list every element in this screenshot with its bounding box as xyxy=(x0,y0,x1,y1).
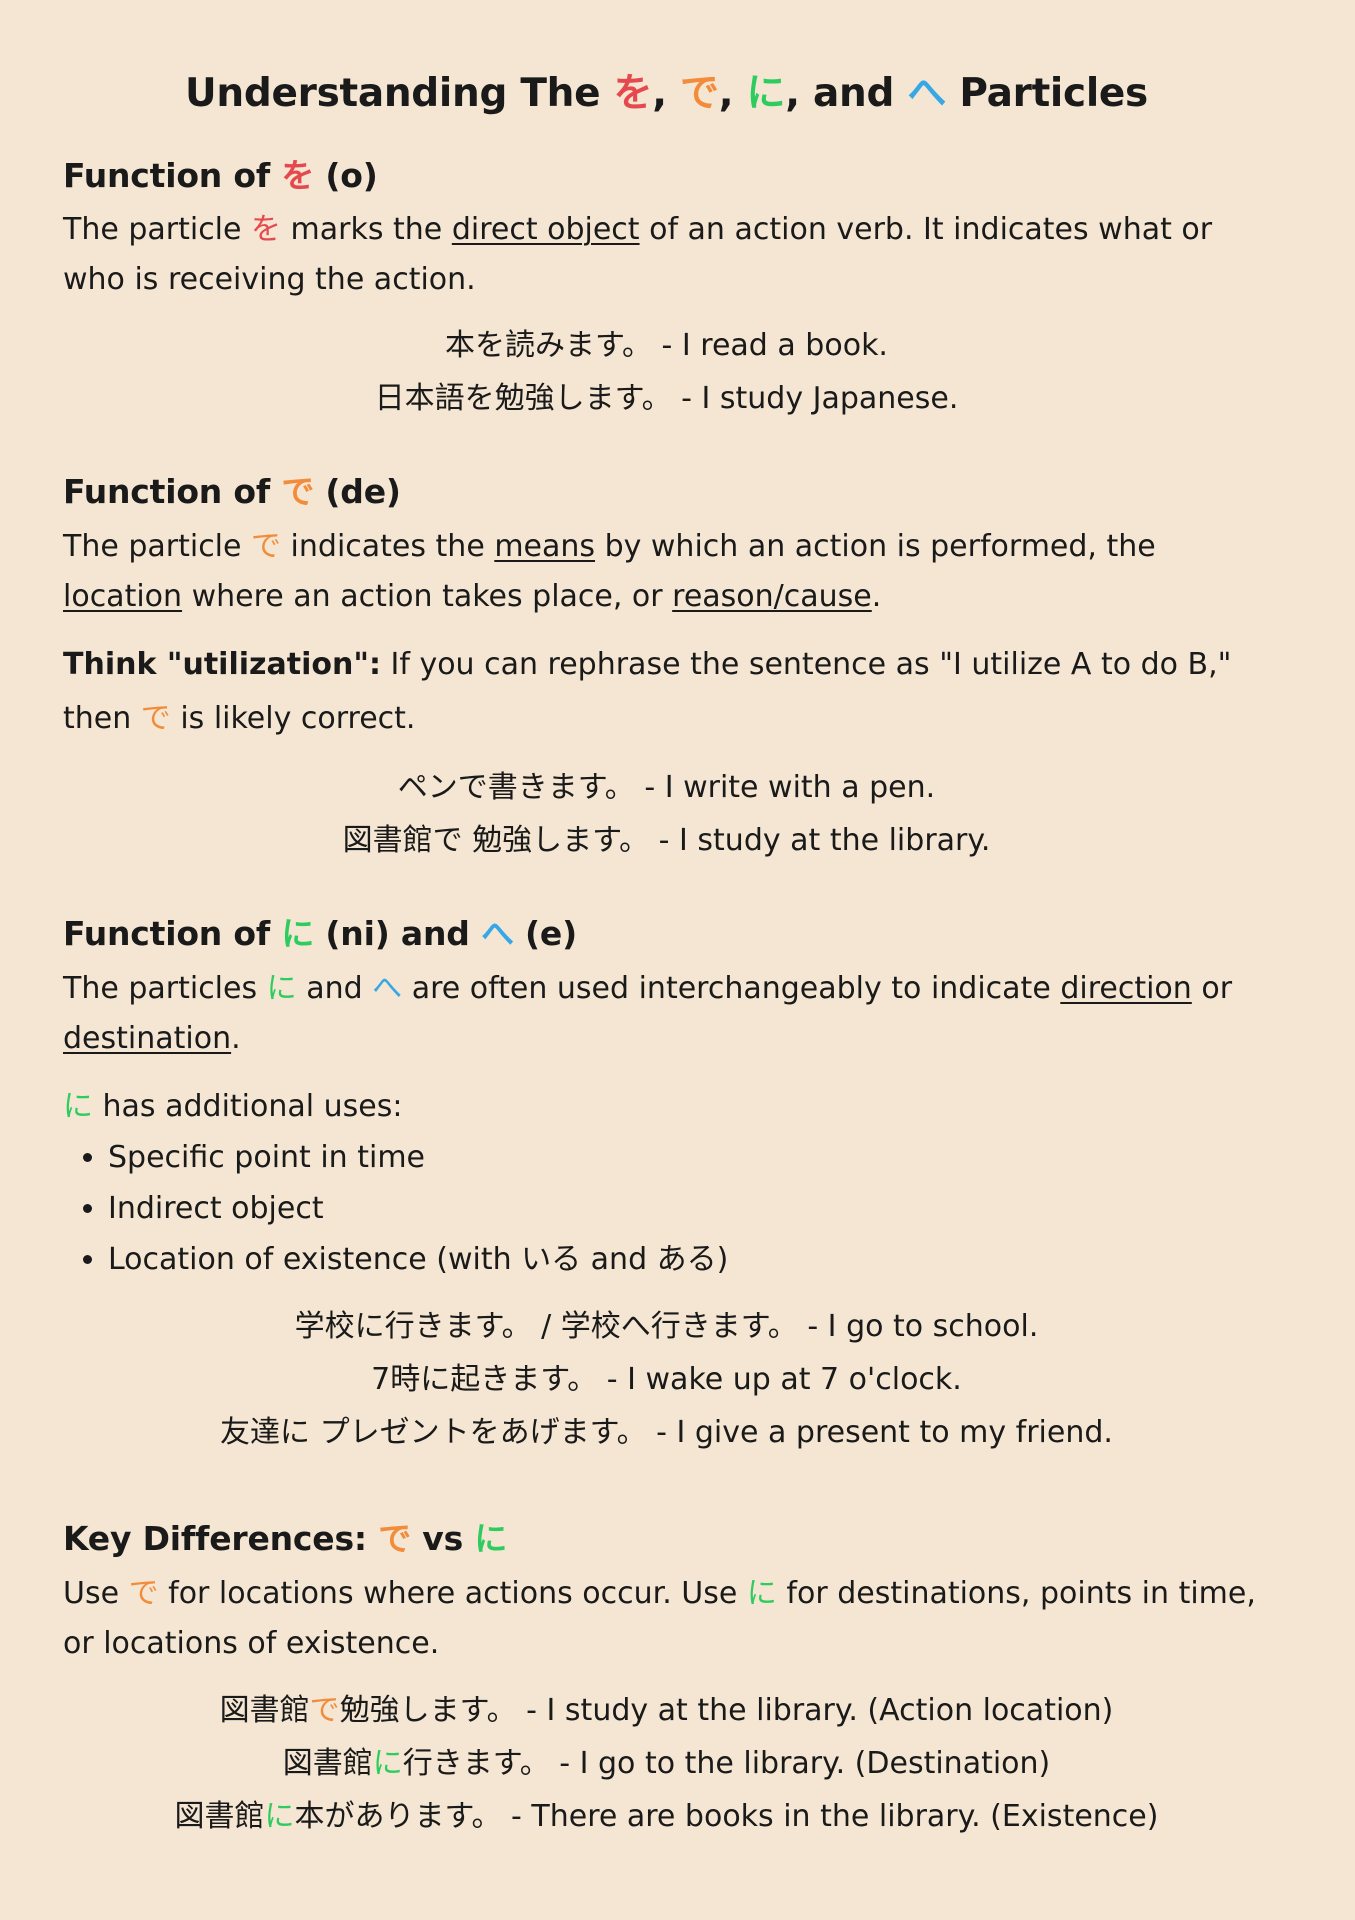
section-text-ni-he: The particles に and へ are often used int… xyxy=(63,964,1270,1064)
title-particle-ni: に xyxy=(746,71,786,116)
example-text: 勉強します。 - I study at the library. (Action… xyxy=(339,1693,1114,1728)
examples-key-differences: 図書館で勉強します。 - I study at the library. (Ac… xyxy=(63,1684,1270,1843)
example-sentence: 図書館で 勉強します。 - I study at the library. xyxy=(342,823,991,858)
list-item: Indirect object xyxy=(108,1183,1270,1234)
body-text: and xyxy=(296,971,373,1006)
underlined-term: destination xyxy=(63,1021,232,1056)
body-text: marks the xyxy=(281,212,452,247)
body-text: for locations where actions occur. Use xyxy=(158,1576,747,1611)
underlined-term: direct object xyxy=(451,212,640,247)
example-sentence: ペンで書きます。 - I write with a pen. xyxy=(397,770,936,805)
example-text: 図書館 xyxy=(282,1746,373,1781)
body-text: indicates the xyxy=(281,529,495,564)
heading-text: (o) xyxy=(314,156,378,195)
underlined-term: means xyxy=(494,529,596,564)
section-text-key-differences: Use で for locations where actions occur.… xyxy=(63,1569,1270,1669)
body-text: The particles xyxy=(63,971,267,1006)
example-text: 本があります。 - There are books in the library… xyxy=(294,1799,1159,1834)
example-sentence: 7時に起きます。 - I wake up at 7 o'clock. xyxy=(371,1362,962,1397)
examples-de: ペンで書きます。 - I write with a pen. 図書館で 勉強しま… xyxy=(63,761,1270,867)
example-sentence: 日本語を勉強します。 - I study Japanese. xyxy=(374,381,959,416)
example-text: 行きます。 - I go to the library. (Destinatio… xyxy=(402,1746,1051,1781)
body-text: are often used interchangeably to indica… xyxy=(402,971,1061,1006)
additional-uses-intro: に has additional uses: xyxy=(63,1082,1270,1132)
example-sentence: 図書館に行きます。 - I go to the library. (Destin… xyxy=(63,1737,1270,1790)
heading-text: Key Differences: xyxy=(63,1519,379,1558)
section-heading-key-differences: Key Differences: で vs に xyxy=(63,1517,1270,1561)
section-heading-wo: Function of を (o) xyxy=(63,154,1270,198)
title-sep: , and xyxy=(785,71,908,116)
body-text: Use xyxy=(63,1576,129,1611)
title-sep: , xyxy=(718,71,747,116)
heading-particle-wo: を xyxy=(281,156,315,195)
body-text: by which an action is performed, the xyxy=(595,529,1156,564)
particle-ni: に xyxy=(372,1746,403,1781)
heading-particle-he: へ xyxy=(480,914,514,953)
heading-particle-ni: に xyxy=(281,914,315,953)
lesson-page: Understanding The を, で, に, and へ Particl… xyxy=(0,0,1355,1920)
example-sentence: 学校に行きます。 / 学校へ行きます。 - I go to school. xyxy=(294,1309,1039,1344)
additional-uses-list: Specific point in time Indirect object L… xyxy=(63,1132,1270,1285)
body-text: . xyxy=(871,579,882,614)
page-title: Understanding The を, で, に, and へ Particl… xyxy=(63,0,1270,120)
title-prefix: Understanding The xyxy=(185,71,614,116)
tip-label: Think "utilization": xyxy=(63,647,381,682)
section-heading-de: Function of で (de) xyxy=(63,470,1270,514)
title-sep: , xyxy=(652,71,681,116)
examples-wo: 本を読みます。 - I read a book. 日本語を勉強します。 - I … xyxy=(63,319,1270,425)
underlined-term: location xyxy=(63,579,183,614)
particle-de: で xyxy=(251,529,282,564)
particle-de: で xyxy=(309,1693,340,1728)
body-text: or xyxy=(1191,971,1233,1006)
title-suffix: Particles xyxy=(946,71,1148,116)
heading-text: vs xyxy=(411,1519,475,1558)
think-utilization-tip: Think "utilization": If you can rephrase… xyxy=(63,638,1270,746)
particle-de: で xyxy=(128,1576,159,1611)
example-sentence: 友達に プレゼントをあげます。 - I give a present to my… xyxy=(220,1415,1113,1450)
heading-particle-de: で xyxy=(281,472,315,511)
heading-text: (ni) and xyxy=(314,914,481,953)
heading-text: Function of xyxy=(63,472,282,511)
particle-wo: を xyxy=(251,212,282,247)
body-text: is likely correct. xyxy=(170,701,416,736)
body-text: The particle xyxy=(63,529,252,564)
body-text: where an action takes place, or xyxy=(182,579,673,614)
particle-ni: に xyxy=(264,1799,295,1834)
example-sentence: 図書館で勉強します。 - I study at the library. (Ac… xyxy=(63,1684,1270,1737)
particle-he: へ xyxy=(372,971,403,1006)
heading-text: Function of xyxy=(63,156,282,195)
heading-text: Function of xyxy=(63,914,282,953)
example-text: 図書館 xyxy=(219,1693,310,1728)
title-particle-de: で xyxy=(680,71,719,116)
heading-particle-de: で xyxy=(378,1519,412,1558)
heading-particle-ni: に xyxy=(474,1519,508,1558)
list-item: Location of existence (with いる and ある) xyxy=(108,1234,1270,1285)
list-item: Specific point in time xyxy=(108,1132,1270,1183)
particle-ni: に xyxy=(266,971,297,1006)
examples-ni-he: 学校に行きます。 / 学校へ行きます。 - I go to school. 7時… xyxy=(63,1300,1270,1459)
particle-ni: に xyxy=(746,1576,777,1611)
underlined-term: reason/cause xyxy=(672,579,872,614)
body-text: has additional uses: xyxy=(93,1089,403,1124)
section-text-de: The particle で indicates the means by wh… xyxy=(63,522,1270,622)
example-sentence: 図書館に本があります。 - There are books in the lib… xyxy=(63,1790,1270,1843)
body-text: The particle xyxy=(63,212,252,247)
underlined-term: direction xyxy=(1060,971,1192,1006)
section-heading-ni-he: Function of に (ni) and へ (e) xyxy=(63,912,1270,956)
section-text-wo: The particle を marks the direct object o… xyxy=(63,205,1270,305)
body-text: . xyxy=(231,1021,241,1056)
example-sentence: 本を読みます。 - I read a book. xyxy=(445,328,888,363)
heading-text: (e) xyxy=(513,914,577,953)
title-particle-he: へ xyxy=(907,71,947,116)
example-text: 図書館 xyxy=(174,1799,265,1834)
title-particle-wo: を xyxy=(613,71,653,116)
particle-de: で xyxy=(140,701,171,736)
particle-ni: に xyxy=(63,1089,93,1124)
heading-text: (de) xyxy=(314,472,401,511)
